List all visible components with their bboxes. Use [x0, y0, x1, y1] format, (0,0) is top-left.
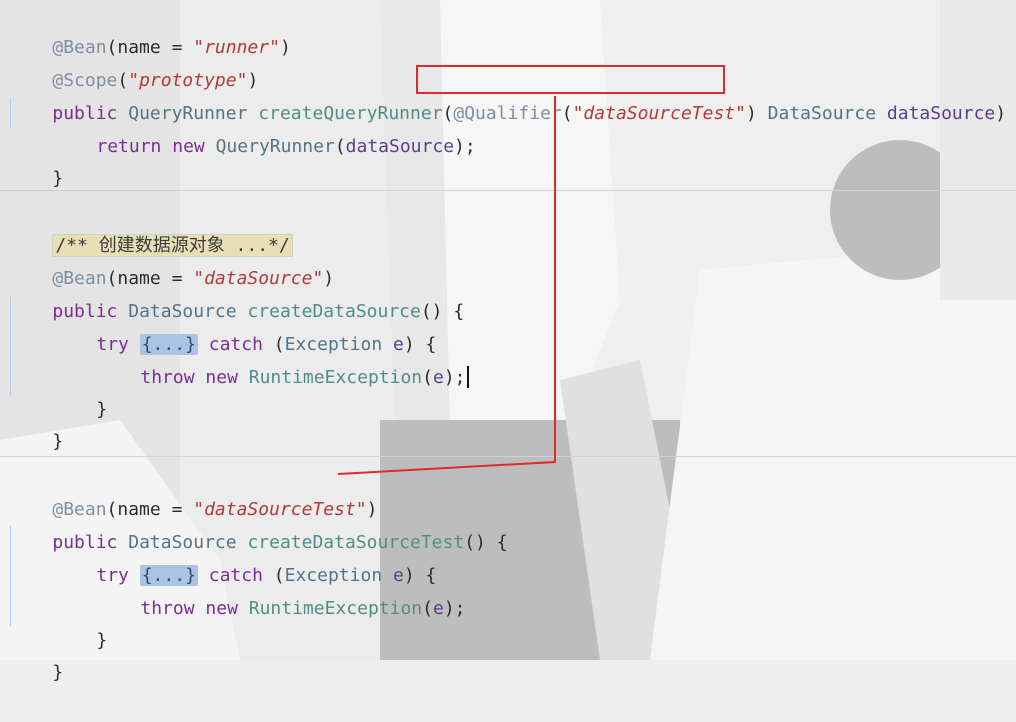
annotation-connector [337, 96, 556, 475]
code-editor[interactable]: @Bean(name = "runner") @Scope("prototype… [0, 0, 1016, 683]
connector-line [337, 96, 556, 475]
